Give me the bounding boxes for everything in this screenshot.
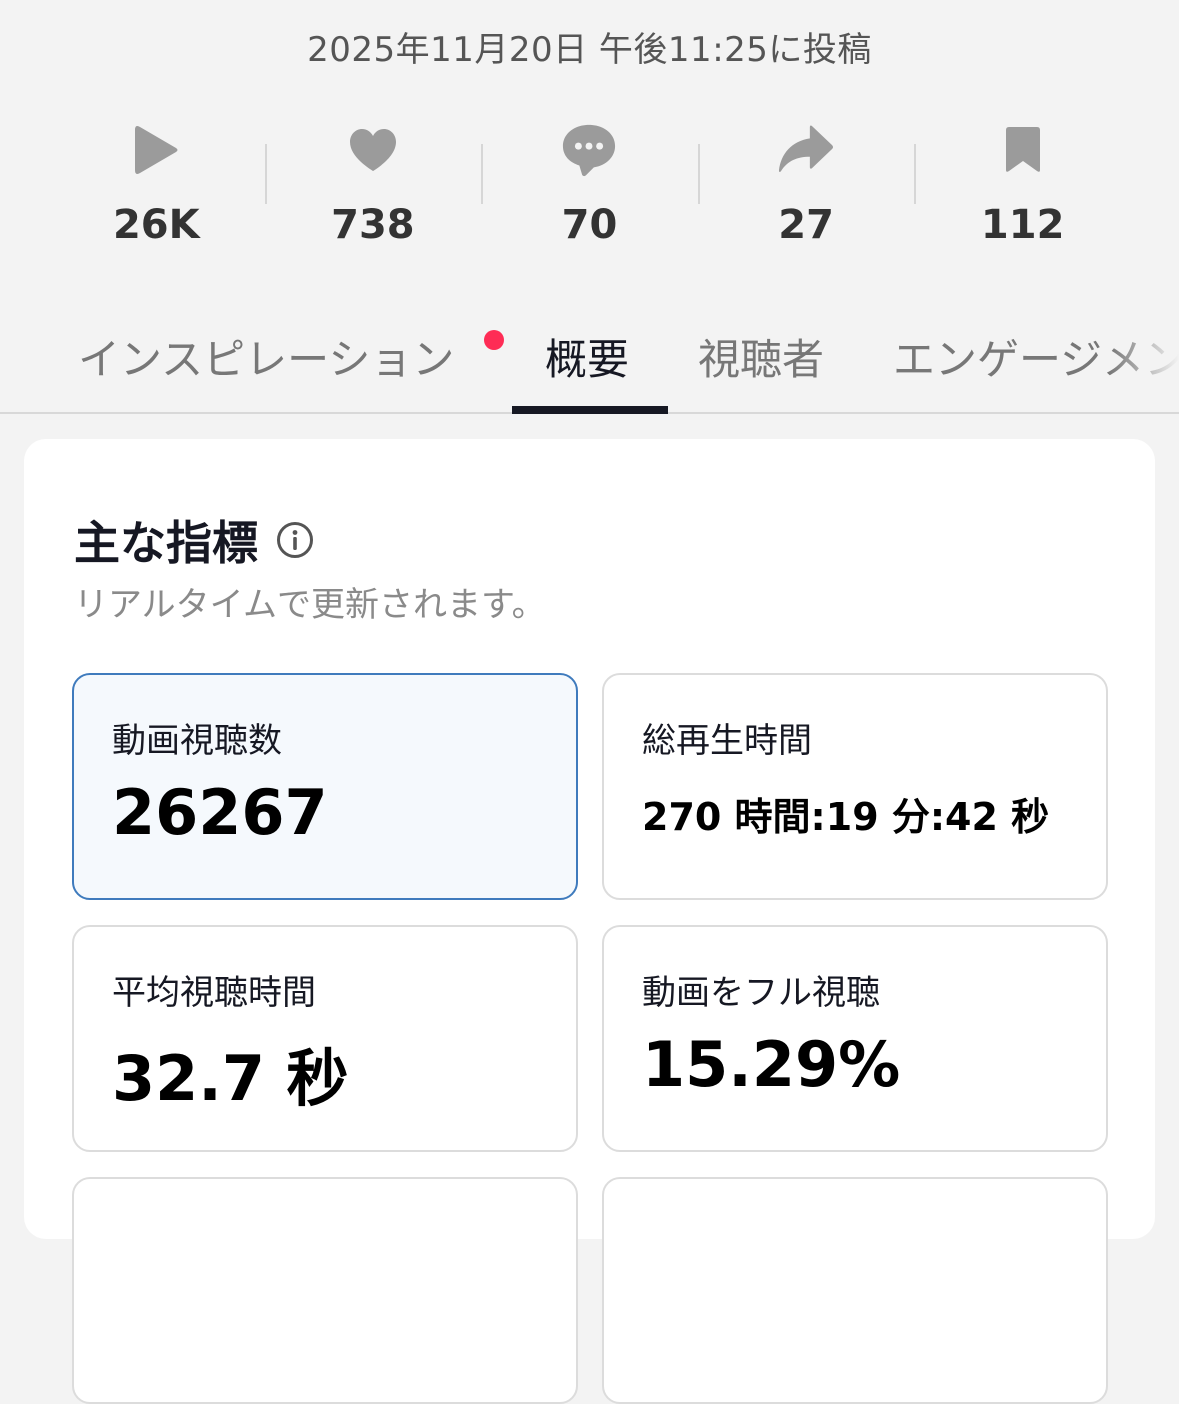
share-icon [778, 118, 834, 182]
tab-bar-fade [1109, 300, 1179, 410]
stat-views[interactable]: 26K [48, 118, 265, 268]
metric-value: 26267 [112, 776, 328, 849]
tab-viewers[interactable]: 視聴者 [698, 326, 824, 387]
metric-value: 15.29% [642, 1028, 901, 1101]
play-icon [128, 118, 184, 182]
key-metrics-card: 主な指標 リアルタイムで更新されます。 動画視聴数 26267 総再生時間 27… [24, 439, 1155, 1404]
stat-value: 26K [112, 202, 200, 248]
stat-value: 27 [778, 202, 834, 248]
tab-bar: インスピレーション 概要 視聴者 エンゲージメント [0, 300, 1179, 414]
stat-value: 112 [980, 202, 1065, 248]
metric-card-full-video-watched[interactable]: 動画をフル視聴 15.29% [602, 925, 1108, 1152]
post-date: 2025年11月20日 午後11:25に投稿 [307, 30, 872, 70]
tab-overview[interactable]: 概要 [545, 326, 629, 387]
notification-dot [484, 330, 504, 350]
info-icon[interactable] [276, 521, 314, 559]
bookmark-icon [995, 118, 1051, 182]
metric-label: 平均視聴時間 [112, 973, 316, 1013]
stats-row: 26K 738 70 27 112 [48, 118, 1131, 268]
comment-icon [561, 118, 617, 182]
metric-value: 270 時間:19 分:42 秒 [642, 795, 1050, 839]
metric-card-total-play-time[interactable]: 総再生時間 270 時間:19 分:42 秒 [602, 673, 1108, 900]
metric-value: 32.7 秒 [112, 1042, 349, 1115]
metric-label: 総再生時間 [642, 721, 812, 761]
stat-likes[interactable]: 738 [264, 118, 482, 268]
metric-card-partial[interactable] [72, 1177, 578, 1404]
stat-value: 738 [331, 202, 415, 248]
stat-comments[interactable]: 70 [481, 118, 698, 268]
metric-label: 動画をフル視聴 [642, 973, 880, 1013]
section-title-text: 主な指標 [74, 516, 258, 570]
metric-card-partial[interactable] [602, 1177, 1108, 1404]
tab-inspiration[interactable]: インスピレーション [78, 326, 454, 387]
heart-icon [345, 118, 401, 182]
stat-shares[interactable]: 27 [697, 118, 915, 268]
metric-label: 動画視聴数 [112, 721, 282, 761]
stat-value: 70 [561, 202, 618, 248]
metric-card-average-watch-time[interactable]: 平均視聴時間 32.7 秒 [72, 925, 578, 1152]
stat-saves[interactable]: 112 [914, 118, 1131, 268]
metric-card-video-views[interactable]: 動画視聴数 26267 [72, 673, 578, 900]
section-subtitle: リアルタイムで更新されます。 [74, 585, 546, 625]
active-tab-indicator [512, 406, 668, 414]
section-title: 主な指標 [74, 507, 314, 573]
